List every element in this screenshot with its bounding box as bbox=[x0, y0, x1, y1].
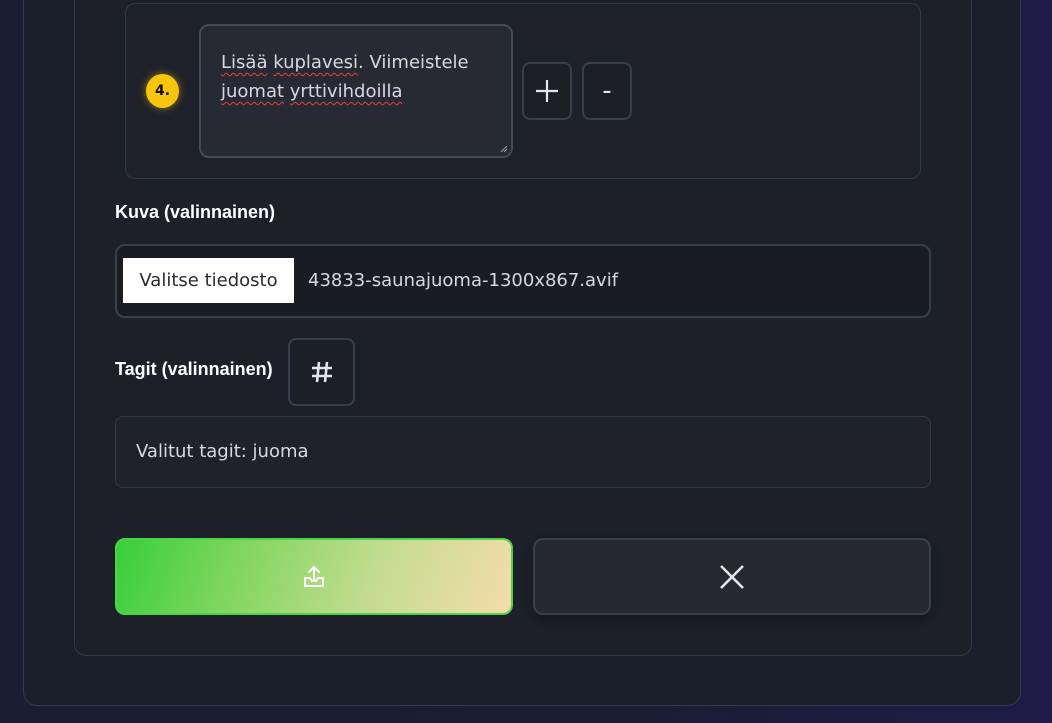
cancel-button[interactable] bbox=[533, 538, 931, 615]
remove-step-button[interactable]: - bbox=[582, 62, 632, 120]
upload-icon bbox=[304, 565, 324, 587]
step-number-badge: 4. bbox=[146, 74, 179, 108]
spell-word: juomat bbox=[221, 81, 285, 102]
plus-icon bbox=[536, 80, 558, 102]
selected-file-name: 43833-saunajuoma-1300x867.avif bbox=[308, 270, 619, 291]
choose-file-button[interactable]: Valitse tiedosto bbox=[123, 258, 294, 303]
hashtag-icon bbox=[311, 361, 332, 383]
selected-tags: Valitut tagit: juoma bbox=[115, 416, 931, 488]
upload-button[interactable] bbox=[115, 538, 513, 615]
spell-word: kuplavesi bbox=[273, 52, 359, 73]
spell-word: Lisää bbox=[221, 52, 268, 73]
spell-word: yrttivihdoilla bbox=[289, 81, 403, 102]
close-icon bbox=[720, 564, 744, 589]
resize-handle-icon[interactable] bbox=[500, 145, 508, 153]
image-file-input[interactable]: Valitse tiedosto 43833-saunajuoma-1300x8… bbox=[115, 244, 931, 318]
tags-button[interactable] bbox=[288, 338, 355, 406]
tags-label: Tagit (valinnainen) bbox=[115, 359, 273, 379]
step-instruction-textarea[interactable]: Lisää kuplavesi. Viimeistele juomat yrtti… bbox=[199, 24, 513, 158]
text-part: Viimeistele bbox=[369, 52, 469, 73]
add-step-button[interactable] bbox=[522, 62, 572, 120]
image-label: Kuva (valinnainen) bbox=[115, 202, 276, 222]
minus-label: - bbox=[602, 76, 612, 106]
text-part: . bbox=[358, 52, 370, 73]
